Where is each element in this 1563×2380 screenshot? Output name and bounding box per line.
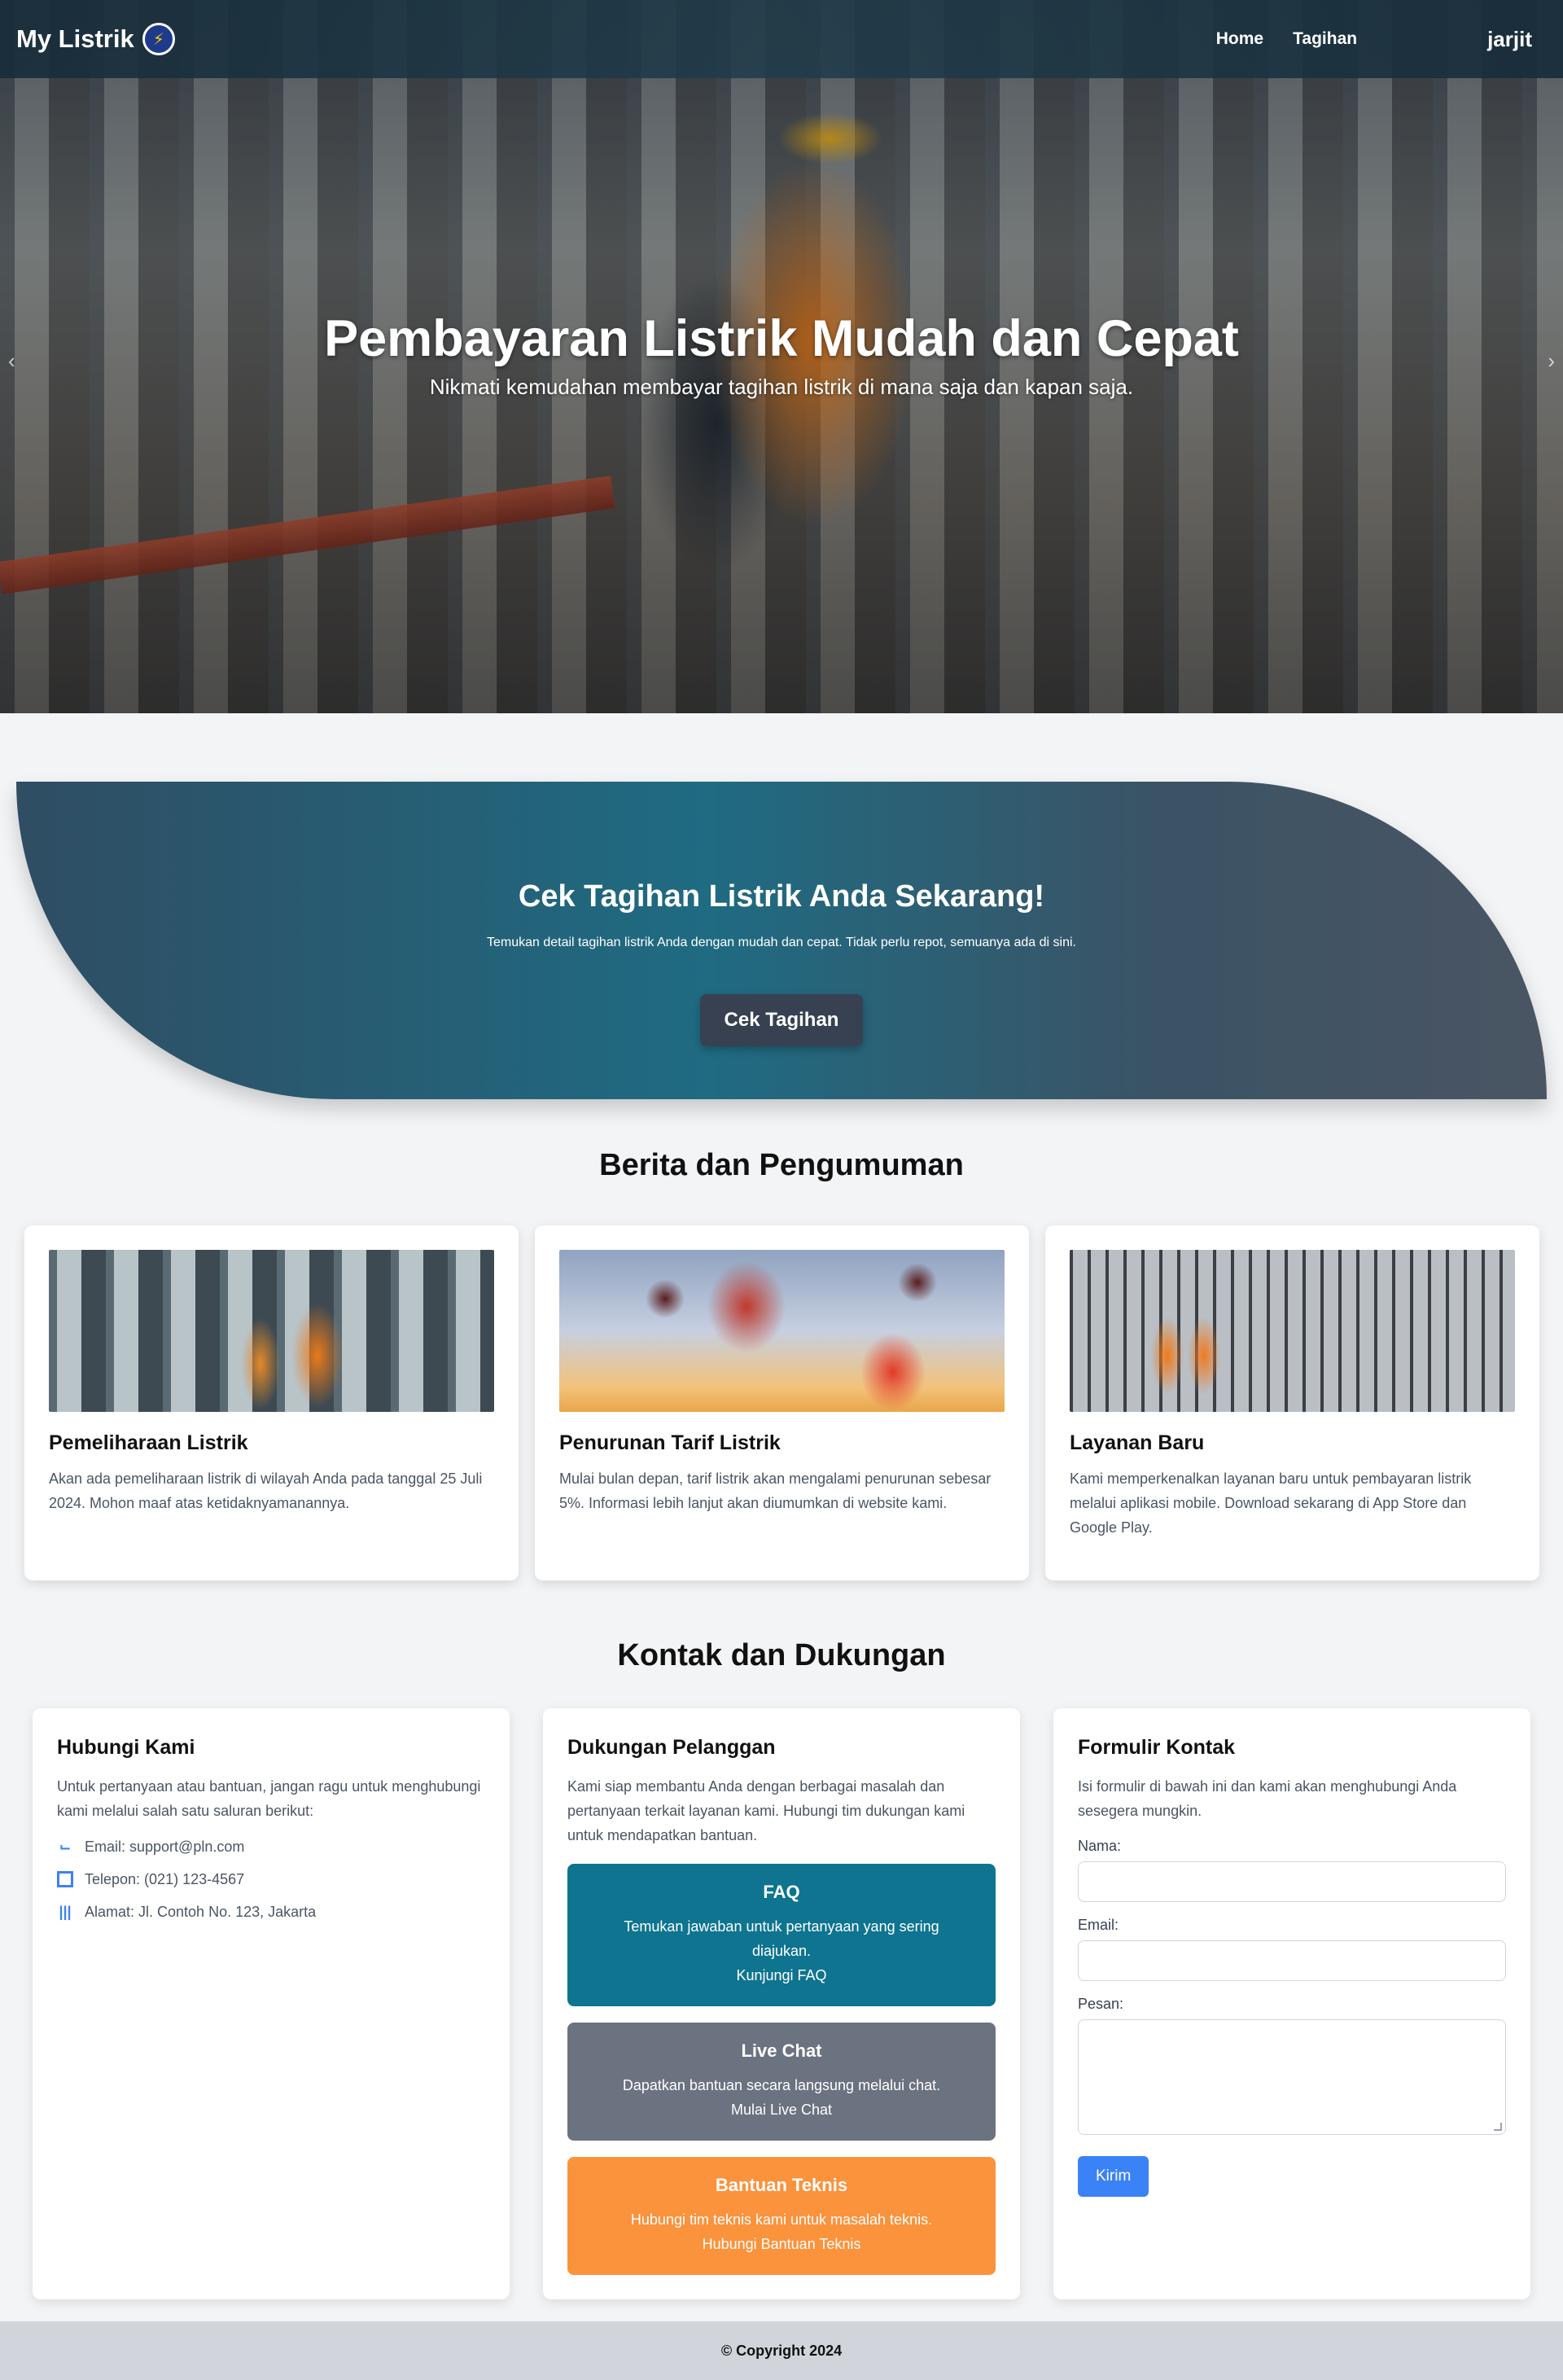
- live-chat-text: Dapatkan bantuan secara langsung melalui…: [622, 2077, 941, 2093]
- faq-box[interactable]: FAQ Temukan jawaban untuk pertanyaan yan…: [567, 1864, 996, 2006]
- news-card[interactable]: Layanan Baru Kami memperkenalkan layanan…: [1045, 1225, 1539, 1580]
- news-image: [1070, 1250, 1515, 1412]
- live-chat-box[interactable]: Live Chat Dapatkan bantuan secara langsu…: [567, 2023, 996, 2141]
- hero-banner: Pembayaran Listrik Mudah dan Cepat Nikma…: [0, 0, 1563, 713]
- email-icon: ⌙: [59, 1838, 72, 1855]
- contact-email: ⌙ Email: support@pln.com: [57, 1834, 485, 1859]
- live-chat-link[interactable]: Mulai Live Chat: [600, 2097, 963, 2122]
- email-field[interactable]: [1078, 1940, 1506, 1981]
- nav-link-home[interactable]: Home: [1216, 29, 1263, 49]
- news-text: Akan ada pemeliharaan listrik di wilayah…: [49, 1471, 483, 1511]
- check-bill-button[interactable]: Cek Tagihan: [699, 994, 864, 1046]
- news-title: Penurunan Tarif Listrik: [559, 1431, 781, 1454]
- footer: © Copyright 2024: [0, 2321, 1563, 2380]
- hero-subtitle: Nikmati kemudahan membayar tagihan listr…: [429, 375, 1134, 399]
- tech-support-box[interactable]: Bantuan Teknis Hubungi tim teknis kami u…: [567, 2157, 996, 2275]
- cta-title: Cek Tagihan Listrik Anda Sekarang!: [518, 879, 1045, 914]
- customer-support-card: Dukungan Pelanggan Kami siap membantu An…: [543, 1708, 1020, 2299]
- message-label: Pesan:: [1078, 1996, 1124, 2012]
- user-name[interactable]: jarjit: [1487, 27, 1532, 52]
- email-text: Email: support@pln.com: [85, 1838, 245, 1855]
- hero-title: Pembayaran Listrik Mudah dan Cepat: [324, 310, 1239, 367]
- message-field[interactable]: [1078, 2019, 1506, 2135]
- hero-text: Pembayaran Listrik Mudah dan Cepat Nikma…: [0, 309, 1563, 400]
- support-title: Dukungan Pelanggan: [567, 1736, 776, 1759]
- contact-form-card: Formulir Kontak Isi formulir di bawah in…: [1053, 1708, 1530, 2299]
- address-text: Alamat: Jl. Contoh No. 123, Jakarta: [85, 1903, 317, 1920]
- cta-banner: Cek Tagihan Listrik Anda Sekarang! Temuk…: [16, 782, 1547, 1099]
- news-text: Mulai bulan depan, tarif listrik akan me…: [559, 1471, 992, 1511]
- news-section-title: Berita dan Pengumuman: [599, 1148, 964, 1182]
- contact-us-title: Hubungi Kami: [57, 1736, 195, 1759]
- news-title: Layanan Baru: [1070, 1431, 1205, 1454]
- support-text: Kami siap membantu Anda dengan berbagai …: [567, 1778, 965, 1843]
- nav-links: Home Tagihan jarjit: [1216, 0, 1563, 78]
- phone-text: Telepon: (021) 123-4567: [85, 1870, 245, 1887]
- name-label: Nama:: [1078, 1838, 1122, 1854]
- carousel-next-icon[interactable]: ›: [1548, 348, 1555, 374]
- phone-icon: [57, 1871, 73, 1887]
- news-image: [559, 1250, 1005, 1412]
- hero-image-pipe: [0, 476, 615, 594]
- brand-name[interactable]: My Listrik: [16, 24, 134, 54]
- faq-link[interactable]: Kunjungi FAQ: [600, 1963, 963, 1988]
- navbar: My Listrik ⚡ Home Tagihan jarjit: [0, 0, 1563, 78]
- news-title: Pemeliharaan Listrik: [49, 1431, 248, 1454]
- news-image: [49, 1250, 494, 1412]
- contact-address: ||| Alamat: Jl. Contoh No. 123, Jakarta: [57, 1900, 485, 1924]
- contact-us-card: Hubungi Kami Untuk pertanyaan atau bantu…: [33, 1708, 510, 2299]
- news-text: Kami memperkenalkan layanan baru untuk p…: [1070, 1471, 1472, 1536]
- submit-button[interactable]: Kirim: [1078, 2156, 1149, 2197]
- nav-link-tagihan[interactable]: Tagihan: [1293, 29, 1357, 49]
- live-chat-title: Live Chat: [741, 2040, 822, 2061]
- news-card[interactable]: Penurunan Tarif Listrik Mulai bulan depa…: [535, 1225, 1029, 1580]
- faq-text: Temukan jawaban untuk pertanyaan yang se…: [624, 1918, 939, 1959]
- lightning-icon: ⚡: [142, 23, 175, 55]
- brand[interactable]: My Listrik ⚡: [16, 23, 175, 55]
- address-icon: |||: [59, 1903, 72, 1920]
- email-label: Email:: [1078, 1917, 1119, 1933]
- contact-phone: Telepon: (021) 123-4567: [57, 1867, 485, 1891]
- name-field[interactable]: [1078, 1861, 1506, 1902]
- contact-us-text: Untuk pertanyaan atau bantuan, jangan ra…: [57, 1778, 481, 1819]
- form-text: Isi formulir di bawah ini dan kami akan …: [1078, 1778, 1457, 1819]
- tech-support-title: Bantuan Teknis: [715, 2175, 848, 2195]
- tech-support-link[interactable]: Hubungi Bantuan Teknis: [600, 2232, 963, 2256]
- form-title: Formulir Kontak: [1078, 1736, 1236, 1759]
- faq-title: FAQ: [763, 1882, 800, 1902]
- news-card[interactable]: Pemeliharaan Listrik Akan ada pemelihara…: [24, 1225, 519, 1580]
- contact-section-title: Kontak dan Dukungan: [617, 1638, 946, 1672]
- carousel-prev-icon[interactable]: ‹: [8, 348, 15, 374]
- cta-text: Temukan detail tagihan listrik Anda deng…: [486, 936, 1076, 949]
- tech-support-text: Hubungi tim teknis kami untuk masalah te…: [630, 2211, 933, 2228]
